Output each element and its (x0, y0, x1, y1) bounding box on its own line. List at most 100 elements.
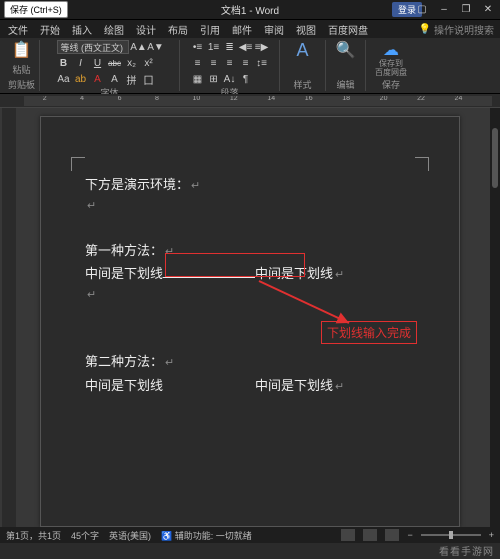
save-button[interactable]: 保存 (Ctrl+S) (4, 1, 68, 18)
tab-review[interactable]: 审阅 (264, 22, 284, 37)
doc-underline-line[interactable]: 中间是下划线 中间是下划线 ↵ (85, 262, 415, 286)
read-mode-button[interactable] (341, 529, 355, 541)
status-bar: 第1页，共1页 45个字 英语(美国) ♿ 辅助功能: 一切就绪 − + (0, 527, 500, 543)
tell-me-search[interactable]: 💡 操作说明搜索 (419, 22, 494, 37)
editing-group-label: 编辑 (337, 78, 355, 91)
justify-button[interactable]: ≡ (239, 56, 253, 70)
strikethrough-button[interactable]: abc (108, 56, 122, 70)
paragraph-mark-icon: ↵ (191, 177, 200, 197)
doc-line[interactable]: 第二种方法： ↵ (85, 350, 415, 374)
ruler-mark: 2 (43, 96, 47, 102)
tab-mailings[interactable]: 邮件 (232, 22, 252, 37)
subscript-button[interactable]: x₂ (125, 56, 139, 70)
superscript-button[interactable]: x² (142, 56, 156, 70)
increase-indent-button[interactable]: ≡▶ (255, 40, 269, 54)
doc-line[interactable]: 下方是演示环境： ↵ (85, 173, 415, 197)
zoom-in-button[interactable]: + (489, 530, 494, 540)
minimize-button[interactable]: – (436, 3, 452, 17)
tab-baidu[interactable]: 百度网盘 (328, 22, 368, 37)
lightbulb-icon: 💡 (419, 24, 431, 35)
close-button[interactable]: ✕ (480, 3, 496, 17)
zoom-slider[interactable] (421, 534, 481, 536)
tab-file[interactable]: 文件 (8, 22, 28, 37)
font-color-button[interactable]: A (91, 72, 105, 86)
tab-design[interactable]: 设计 (136, 22, 156, 37)
styles-button[interactable]: A (293, 40, 313, 60)
ruler-mark: 6 (118, 96, 122, 102)
tab-references[interactable]: 引用 (200, 22, 220, 37)
ruler-mark: 16 (305, 96, 313, 102)
font-name-select[interactable] (57, 40, 129, 54)
bullets-button[interactable]: •≡ (191, 40, 205, 54)
shrink-font-icon[interactable]: A▼ (149, 40, 163, 54)
shading-button[interactable]: ▦ (191, 72, 205, 86)
tab-layout[interactable]: 布局 (168, 22, 188, 37)
web-layout-button[interactable] (385, 529, 399, 541)
ribbon-display-options[interactable]: ▢ (414, 3, 430, 17)
paragraph-mark-icon: ↵ (165, 243, 174, 263)
status-accessibility[interactable]: ♿ 辅助功能: 一切就绪 (161, 529, 252, 542)
doc-text: 中间是下划线 (85, 374, 163, 397)
paste-button[interactable]: 📋 (12, 40, 32, 60)
numbering-button[interactable]: 1≡ (207, 40, 221, 54)
doc-empty-line[interactable]: ↵ (85, 197, 415, 217)
vertical-ruler[interactable] (2, 108, 16, 527)
border-char-button[interactable]: 囗 (142, 72, 156, 86)
find-button[interactable]: 🔍 (336, 40, 356, 60)
doc-text: 中间是下划线 (255, 374, 333, 397)
show-marks-button[interactable]: ¶ (239, 72, 253, 86)
align-right-button[interactable]: ≡ (223, 56, 237, 70)
paste-label: 粘贴 (13, 63, 31, 76)
editing-group: 🔍 编辑 (326, 40, 366, 91)
vertical-scrollbar[interactable] (490, 108, 500, 527)
ruler-mark: 14 (267, 96, 275, 102)
ruler-mark: 24 (455, 96, 463, 102)
borders-button[interactable]: ⊞ (207, 72, 221, 86)
search-hint: 操作说明搜索 (434, 22, 494, 37)
restore-button[interactable]: ❐ (458, 3, 474, 17)
status-page[interactable]: 第1页，共1页 (6, 529, 61, 542)
styles-group-label: 样式 (294, 78, 312, 91)
baidu-save-button[interactable]: ☁ (381, 40, 401, 60)
tab-home[interactable]: 开始 (40, 22, 60, 37)
font-group: A▲ A▼ B I U abc x₂ x² Aa ab A A 拼 囗 字体 (40, 40, 180, 91)
tab-draw[interactable]: 绘图 (104, 22, 124, 37)
italic-button[interactable]: I (74, 56, 88, 70)
highlight-button[interactable]: ab (74, 72, 88, 86)
doc-empty-line[interactable]: ↵ (85, 286, 415, 306)
doc-line[interactable]: 中间是下划线 中间是下划线 ↵ (85, 374, 415, 398)
scrollbar-thumb[interactable] (492, 128, 498, 188)
horizontal-ruler[interactable]: 2 4 6 8 10 12 14 16 18 20 22 24 (0, 94, 500, 108)
line-spacing-button[interactable]: ↕≡ (255, 56, 269, 70)
paragraph-mark-icon: ↵ (335, 378, 344, 398)
tab-insert[interactable]: 插入 (72, 22, 92, 37)
annotation-label: 下划线输入完成 (321, 321, 417, 344)
paragraph-mark-icon: ↵ (87, 286, 96, 306)
margin-corner-tl (71, 157, 85, 171)
align-center-button[interactable]: ≡ (207, 56, 221, 70)
grow-font-icon[interactable]: A▲ (132, 40, 146, 54)
underline-gap (163, 266, 255, 278)
status-language[interactable]: 英语(美国) (109, 529, 151, 542)
phonetic-button[interactable]: 拼 (125, 72, 139, 86)
bold-button[interactable]: B (57, 56, 71, 70)
text-effects-button[interactable]: Aa (57, 72, 71, 86)
ruler-mark: 8 (155, 96, 159, 102)
sort-button[interactable]: A↓ (223, 72, 237, 86)
underline-button[interactable]: U (91, 56, 105, 70)
doc-line[interactable]: 第一种方法： ↵ (85, 239, 415, 263)
ruler-mark: 4 (80, 96, 84, 102)
align-left-button[interactable]: ≡ (191, 56, 205, 70)
status-word-count[interactable]: 45个字 (71, 529, 99, 542)
multilevel-button[interactable]: ≣ (223, 40, 237, 54)
ruler-mark: 12 (230, 96, 238, 102)
decrease-indent-button[interactable]: ◀≡ (239, 40, 253, 54)
window-title: 文档1 - Word (221, 2, 279, 17)
print-layout-button[interactable] (363, 529, 377, 541)
tab-view[interactable]: 视图 (296, 22, 316, 37)
clear-format-button[interactable]: A (108, 72, 122, 86)
doc-text: 中间是下划线 (85, 262, 163, 285)
zoom-out-button[interactable]: − (407, 530, 412, 540)
title-bar: 保存 (Ctrl+S) 文档1 - Word 登录 ▢ – ❐ ✕ (0, 0, 500, 20)
document-page[interactable]: 下方是演示环境： ↵ ↵ 第一种方法： ↵ 中间是下划线 中间是下划线 ↵ ↵ … (40, 116, 460, 527)
